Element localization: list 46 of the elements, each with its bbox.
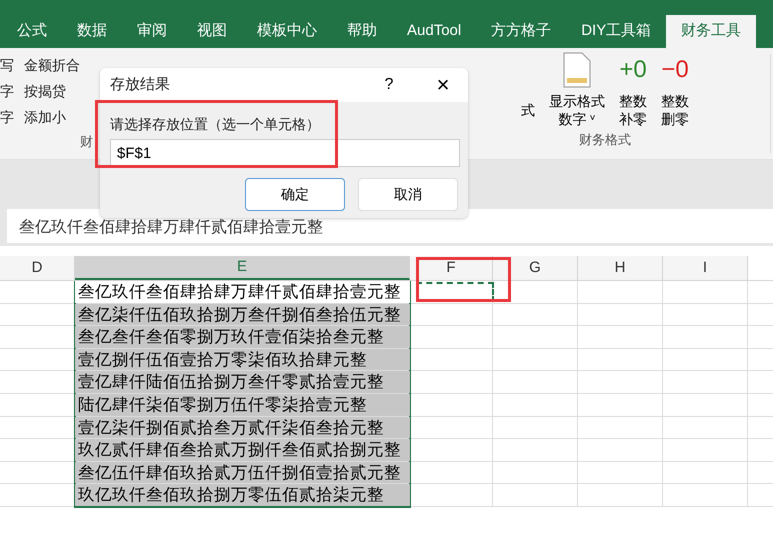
ribbon-button[interactable]: −0 整数 删零	[661, 52, 689, 128]
table-cell[interactable]: 叁亿玖仟叁佰肆拾肆万肆仟贰佰肆拾壹元整	[75, 281, 410, 303]
table-cell[interactable]: 壹亿柒仟捌佰贰拾叁万贰仟柒佰叁拾元整	[75, 416, 410, 438]
ribbon-tab[interactable]: 视图	[182, 15, 242, 48]
ribbon-tab[interactable]: 帮助	[332, 15, 392, 48]
ribbon-button[interactable]: 显示格式 数字 ˅	[549, 52, 605, 128]
ribbon-command[interactable]: 写	[0, 54, 14, 76]
table-cell[interactable]: 叁亿柒仟伍佰玖拾捌万叁仟捌佰叁拾伍元整	[75, 304, 410, 326]
ribbon-command[interactable]: 金额折合	[24, 54, 80, 76]
input-field[interactable]: $F$1	[110, 139, 460, 167]
ribbon-tab[interactable]: 方方格子	[476, 15, 566, 48]
ribbon-tab[interactable]: 数据	[62, 15, 122, 48]
group-label: 财	[79, 133, 94, 151]
ribbon-command[interactable]: 按揭贷	[24, 80, 66, 102]
column-header[interactable]: E	[75, 256, 410, 280]
ribbon-command[interactable]: 字	[0, 80, 14, 102]
close-button[interactable]: ×	[428, 74, 458, 96]
column-header[interactable]: D	[0, 256, 75, 280]
table-cell[interactable]: 壹亿肆仟陆佰伍拾捌万叁仟零贰拾壹元整	[75, 371, 410, 393]
table-cell[interactable]: 壹亿捌仟伍佰壹拾万零柒佰玖拾肆元整	[75, 348, 410, 370]
table-cell[interactable]: 叁亿叁仟叁佰零捌万玖仟壹佰柒拾叁元整	[75, 326, 410, 348]
table-cell[interactable]: 陆亿肆仟柒佰零捌万伍仟零柒拾壹元整	[75, 394, 410, 416]
ribbon-label: 式	[521, 101, 535, 120]
ribbon-tab[interactable]: AudTool	[392, 15, 476, 48]
column-header[interactable]: I	[663, 256, 748, 280]
ribbon-tab[interactable]: 公式	[2, 15, 62, 48]
ribbon-tab[interactable]: 财务工具	[666, 15, 756, 48]
ribbon-button[interactable]: +0 整数 补零	[619, 52, 647, 128]
field-label: 请选择存放位置（选一个单元格）	[110, 115, 321, 134]
group-label: 财务格式	[579, 131, 631, 149]
column-header[interactable]: H	[578, 256, 663, 280]
document-icon	[563, 52, 591, 88]
dialog-title: 存放结果	[110, 74, 171, 95]
ribbon-tab[interactable]: 审阅	[122, 15, 182, 48]
caret-icon: ˅	[590, 110, 596, 128]
ribbon-tab[interactable]: 模板中心	[242, 15, 332, 48]
table-cell[interactable]: 玖亿玖仟叁佰玖拾捌万零伍佰贰拾柒元整	[75, 484, 410, 506]
table-cell[interactable]: 叁亿伍仟肆佰玖拾贰万伍仟捌佰壹拾贰元整	[75, 462, 410, 484]
cancel-button[interactable]: 取消	[358, 178, 458, 211]
ribbon-command[interactable]: 添加小	[24, 106, 66, 128]
column-header[interactable]: G	[493, 256, 578, 280]
ok-button[interactable]: 确定	[245, 178, 345, 211]
ribbon-tab[interactable]: DIY工具箱	[566, 15, 666, 48]
ribbon-command[interactable]: 字	[0, 106, 14, 128]
help-button[interactable]: ?	[374, 73, 404, 97]
table-cell[interactable]: 玖亿贰仟肆佰叁拾贰万捌仟叁佰贰拾捌元整	[75, 439, 410, 461]
